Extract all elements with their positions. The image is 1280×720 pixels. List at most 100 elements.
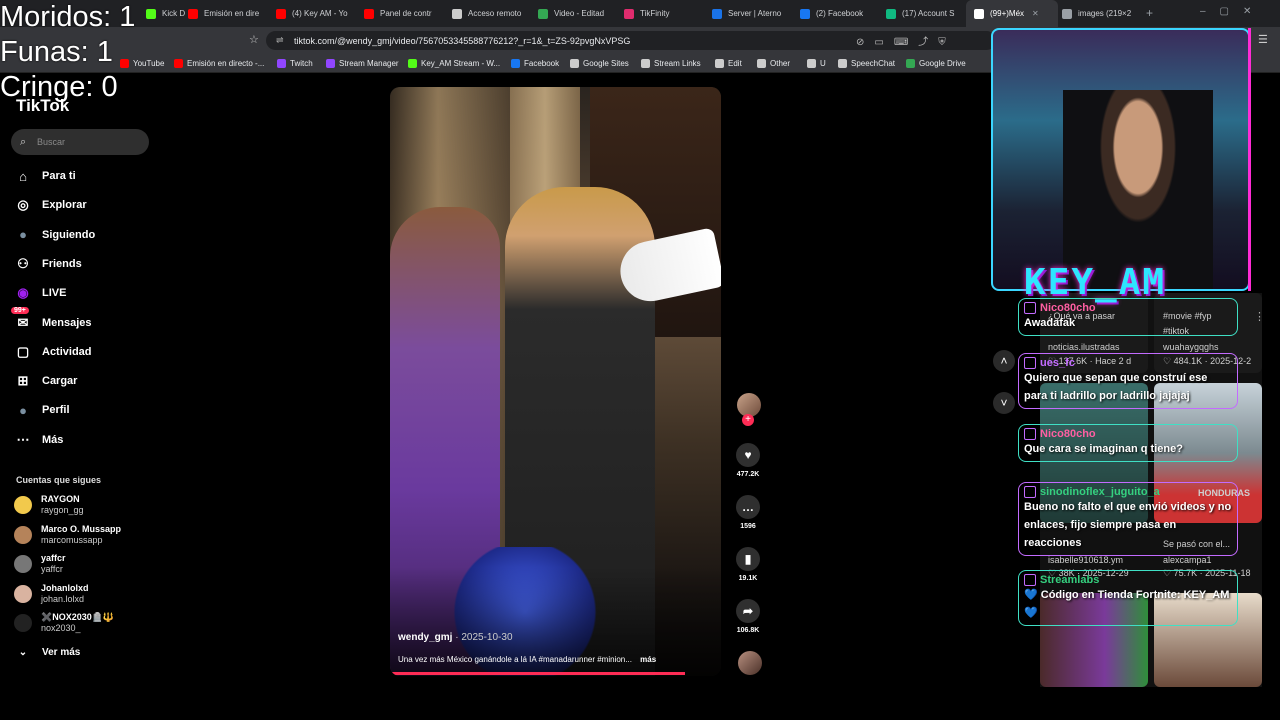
nav-item-compass[interactable]: ◎ Explorar (14, 194, 86, 216)
more-options-icon[interactable]: ⋮ (1254, 310, 1265, 323)
profile-icon: ● (19, 402, 27, 418)
tab-favicon-icon (1062, 8, 1072, 19)
video-caption-text: Una vez más México ganándole a lá IA #ma… (398, 655, 632, 664)
menu-icon[interactable]: ☰ (1258, 33, 1268, 46)
share-button[interactable]: ➦ 106.8K (734, 599, 762, 634)
comment-icon: … (736, 495, 760, 519)
bookmark-favicon-icon (757, 58, 766, 68)
browser-tab[interactable]: Server | Aterno (704, 0, 794, 27)
bookmark-favicon-icon (174, 58, 183, 68)
video-author[interactable]: wendy_gmj · 2025-10-30 (398, 632, 513, 643)
browser-tab[interactable]: (99+)Méx ✕ (966, 0, 1058, 27)
tab-label: Video - Editad (554, 9, 605, 18)
chat-message: ues_fc Quiero que sepan que construí ese … (1018, 353, 1238, 409)
account-handle: marcomussapp (41, 534, 103, 545)
video-player[interactable]: wendy_gmj · 2025-10-30 Una vez más Méxic… (390, 87, 721, 676)
chat-user: sinodinoflex_juguito_a (1024, 486, 1232, 498)
nav-item-more[interactable]: ⋯ Más (14, 429, 64, 451)
close-tab-icon[interactable]: ✕ (1032, 9, 1039, 18)
video-caption: Una vez más México ganándole a lá IA #ma… (398, 655, 718, 664)
bookmark-label: Key_AM Stream - W... (421, 58, 501, 68)
followed-account[interactable]: Johanlolxd johan.lolxd (14, 581, 89, 607)
bookmark-item[interactable]: Twitch (277, 54, 313, 72)
nav-item-profile[interactable]: ● Perfil (14, 399, 69, 421)
bookmark-item[interactable]: Edit (715, 54, 742, 72)
site-info-icon[interactable]: ⇌ (276, 35, 284, 46)
account-name: ✖️NOX2030🪦🔱 (41, 612, 115, 622)
tab-favicon-icon (188, 8, 198, 19)
bookmark-item[interactable]: U (807, 54, 826, 72)
bookmark-item[interactable]: Google Sites (570, 54, 629, 72)
previous-video-button[interactable]: ˄ (993, 350, 1015, 372)
nav-item-upload[interactable]: ⊞ Cargar (14, 370, 78, 392)
chat-badge-icon (1024, 574, 1036, 586)
followed-account[interactable]: ✖️NOX2030🪦🔱 nox2030_ (14, 610, 114, 636)
tab-label: Emisión en dire (204, 9, 260, 18)
next-video-button[interactable]: ˅ (993, 392, 1015, 414)
browser-tab[interactable]: Video - Editad (530, 0, 618, 27)
chat-user: Nico80cho (1024, 302, 1232, 314)
chat-badge-icon (1024, 486, 1036, 498)
bookmark-item[interactable]: Other (757, 54, 790, 72)
caption-more-link[interactable]: más (640, 655, 656, 664)
chat-username: Nico80cho (1040, 302, 1096, 314)
tab-favicon-icon (800, 8, 810, 19)
followed-account[interactable]: Marco O. Mussapp marcomussapp (14, 522, 121, 548)
browser-tab[interactable]: (4) Key AM - Yo (268, 0, 358, 27)
chat-user: Nico80cho (1024, 428, 1232, 440)
new-tab-button[interactable]: + (1146, 6, 1153, 20)
live-icon: ◉ (17, 285, 29, 301)
tab-favicon-icon (538, 8, 548, 19)
followed-account[interactable]: RAYGON raygon_gg (14, 492, 84, 518)
bookmark-item[interactable]: SpeechChat (838, 54, 895, 72)
bookmark-item[interactable]: Emisión en directo -... (174, 54, 264, 72)
upload-icon: ⊞ (17, 373, 29, 389)
comment-button[interactable]: … 1596 (734, 495, 762, 530)
account-name: Marco O. Mussapp (41, 523, 122, 534)
toolbar-extension-icons[interactable]: ⊘▭⌨⤴⛨ (856, 33, 956, 48)
music-disc-avatar[interactable] (738, 651, 762, 675)
browser-tab[interactable]: images (219×2 (1054, 0, 1146, 27)
bookmark-item[interactable]: YouTube (120, 54, 164, 72)
nav-item-messages[interactable]: ✉ 99+ Mensajes (11, 306, 92, 334)
browser-tab[interactable]: (2) Facebook (792, 0, 880, 27)
bookmark-item[interactable]: Stream Manager (326, 54, 399, 72)
chat-user: Streamlabs (1024, 574, 1232, 586)
browser-tab[interactable]: (17) Account S (878, 0, 968, 27)
video-username[interactable]: wendy_gmj (398, 632, 452, 643)
like-button[interactable]: ♥ 477.2K (734, 443, 762, 478)
followed-account[interactable]: yaffcr yaffcr (14, 551, 66, 577)
search-input[interactable]: ⌕ Buscar (11, 129, 149, 155)
browser-tab[interactable]: Kick D (138, 0, 186, 27)
chat-badge-icon (1024, 302, 1036, 314)
chat-username: Streamlabs (1040, 574, 1100, 586)
account-name: Johanlolxd (41, 582, 89, 593)
save-button[interactable]: ▮ 19.1K (734, 547, 762, 582)
url-text: tiktok.com/@wendy_gmj/video/756705334558… (294, 35, 631, 46)
browser-tab[interactable]: Panel de contr (356, 0, 446, 27)
nav-item-friends[interactable]: ⚇ Friends (14, 253, 82, 275)
nav-item-home[interactable]: ⌂ Para ti (14, 165, 76, 187)
nav-item-activity[interactable]: ▢ Actividad (14, 341, 92, 363)
tiktok-logo[interactable]: TikTok (16, 96, 69, 116)
avatar (14, 496, 32, 514)
browser-tab[interactable]: Acceso remoto (444, 0, 532, 27)
bookmark-item[interactable]: Key_AM Stream - W... (408, 54, 500, 72)
bookmark-item[interactable]: Google Drive (906, 54, 966, 72)
nav-item-live[interactable]: ◉ LIVE (14, 282, 66, 304)
bookmark-item[interactable]: Stream Links (641, 54, 701, 72)
nav-item-label: Friends (42, 257, 82, 270)
chat-username: ues_fc (1040, 357, 1075, 369)
see-more-button[interactable]: ⌄ Ver más (14, 641, 81, 663)
chat-message: Nico80cho Awadafak (1018, 298, 1238, 336)
account-name: yaffcr (41, 553, 66, 563)
browser-tab[interactable]: Emisión en dire (180, 0, 270, 27)
browser-tab[interactable]: TikFinity (616, 0, 706, 27)
window-controls[interactable]: –▢✕ (1200, 6, 1265, 17)
nav-item-following[interactable]: ● Siguiendo (14, 224, 95, 246)
video-progress-bar[interactable] (390, 672, 685, 675)
bookmark-item[interactable]: Facebook (511, 54, 559, 72)
bookmark-star-icon[interactable]: ☆ (249, 33, 259, 46)
follow-plus-icon[interactable]: + (742, 414, 754, 426)
account-handle: yaffcr (41, 564, 63, 574)
